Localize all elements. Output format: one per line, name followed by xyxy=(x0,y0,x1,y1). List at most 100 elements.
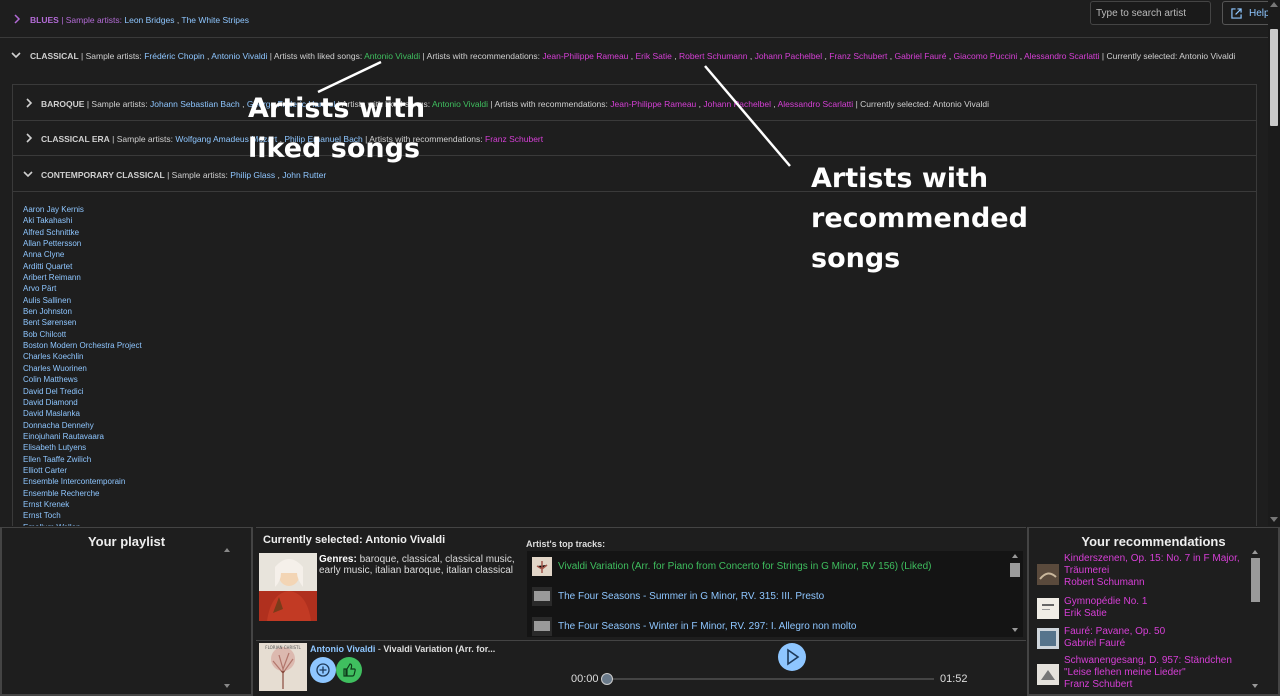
artist-link[interactable]: Antonio Vivaldi xyxy=(211,51,267,61)
playlist-title: Your playlist xyxy=(87,534,166,549)
artist-list-item[interactable]: Arditti Quartet xyxy=(23,261,142,272)
artist-portrait xyxy=(259,553,317,621)
artist-list-item[interactable]: David Maslanka xyxy=(23,408,142,419)
artist-list-item[interactable]: Aribert Reimann xyxy=(23,272,142,283)
artist-list-item[interactable]: Elliott Carter xyxy=(23,465,142,476)
chevron-right-icon[interactable] xyxy=(12,14,22,24)
artist-list-item[interactable]: Alfred Schnittke xyxy=(23,227,142,238)
rec-artist-link[interactable]: Johann Pachelbel xyxy=(703,99,771,109)
tracks-scrollbar-thumb[interactable] xyxy=(1010,563,1020,577)
rec-thumbnail xyxy=(1037,628,1059,649)
artist-list-item[interactable]: David Diamond xyxy=(23,397,142,408)
artist-link[interactable]: Leon Bridges xyxy=(124,15,174,25)
rec-artist-link[interactable]: Robert Schumann xyxy=(679,51,748,61)
artist-link[interactable]: Frédéric Chopin xyxy=(144,51,204,61)
artist-link[interactable]: The White Stripes xyxy=(181,15,249,25)
artist-list-item[interactable]: Charles Wuorinen xyxy=(23,363,142,374)
artist-list-item[interactable]: Einojuhani Rautavaara xyxy=(23,431,142,442)
rec-artist-link[interactable]: Franz Schubert xyxy=(829,51,887,61)
rec-artist-link[interactable]: Gabriel Fauré xyxy=(894,51,946,61)
artist-list-item[interactable]: Ensemble Intercontemporain xyxy=(23,476,142,487)
progress-handle[interactable] xyxy=(601,673,613,685)
artist-link[interactable]: Johann Sebastian Bach xyxy=(150,99,240,109)
artist-list-item[interactable]: Charles Koechlin xyxy=(23,351,142,362)
recommendations-scrollbar-thumb[interactable] xyxy=(1251,558,1260,602)
artist-list-item[interactable]: Anna Clyne xyxy=(23,249,142,260)
scroll-down-icon[interactable] xyxy=(1012,628,1018,632)
play-icon xyxy=(787,648,800,666)
rec-artist-link[interactable]: Erik Satie xyxy=(636,51,672,61)
artist-list-item[interactable]: Donnacha Dennehy xyxy=(23,420,142,431)
artist-list-item[interactable]: Allan Pettersson xyxy=(23,238,142,249)
now-playing-track: Vivaldi Variation (Arr. for... xyxy=(383,644,496,654)
scroll-up-icon[interactable] xyxy=(1252,550,1258,554)
rec-artist-link[interactable]: Jean-Philippe Rameau xyxy=(610,99,696,109)
annotation-liked: Artists with liked songs xyxy=(248,93,426,164)
genre-name: CLASSICAL xyxy=(30,51,79,61)
artist-list-item[interactable]: Emallum Wallen xyxy=(23,522,142,526)
artist-list-item[interactable]: Ensemble Recherche xyxy=(23,488,142,499)
artist-list-item[interactable]: Aki Takahashi xyxy=(23,215,142,226)
artist-list-item[interactable]: Bent Sørensen xyxy=(23,317,142,328)
now-playing-artist[interactable]: Antonio Vivaldi xyxy=(310,644,375,654)
artist-list: Aaron Jay Kernis Aki Takahashi Alfred Schn… xyxy=(23,204,142,526)
sample-label: | Sample artists: xyxy=(81,51,142,61)
play-button[interactable] xyxy=(778,643,806,671)
chevron-right-icon[interactable] xyxy=(24,133,34,143)
artist-list-item[interactable]: Bob Chilcott xyxy=(23,329,142,340)
now-playing-text: Antonio Vivaldi - Vivaldi Variation (Arr… xyxy=(310,644,496,654)
rec-artist-link[interactable]: Alessandro Scarlatti xyxy=(1024,51,1100,61)
sample-label: | Sample artists: xyxy=(112,134,173,144)
artist-list-item[interactable]: Arvo Pärt xyxy=(23,283,142,294)
search-input[interactable]: Type to search artist xyxy=(1090,1,1211,25)
track-item[interactable]: The Four Seasons - Winter in F Minor, RV… xyxy=(558,621,856,632)
rec-artist-link[interactable]: Johann Pachelbel xyxy=(755,51,823,61)
rec-artist-link[interactable]: Alessandro Scarlatti xyxy=(778,99,854,109)
scroll-down-icon[interactable] xyxy=(1252,684,1258,688)
scroll-down-icon[interactable] xyxy=(224,684,230,688)
rec-thumbnail xyxy=(1037,664,1059,685)
rec-thumbnail xyxy=(1037,564,1059,585)
artist-list-item[interactable]: Aaron Jay Kernis xyxy=(23,204,142,215)
artist-list-item[interactable]: Elisabeth Lutyens xyxy=(23,442,142,453)
recommendations-panel: Your recommendations Kinderszenen, Op. 1… xyxy=(1027,527,1280,696)
like-button[interactable] xyxy=(336,657,362,683)
scroll-up-icon[interactable] xyxy=(1012,554,1018,558)
rec-artist-link[interactable]: Giacomo Puccini xyxy=(954,51,1018,61)
page-scrollbar[interactable] xyxy=(1268,0,1280,526)
artist-list-item[interactable]: Ernst Krenek xyxy=(23,499,142,510)
thumbs-up-icon xyxy=(343,663,356,677)
artist-list-item[interactable]: David Del Tredici xyxy=(23,386,142,397)
top-tracks-list: Vivaldi Variation (Arr. for Piano from C… xyxy=(527,551,1023,637)
track-item-liked[interactable]: Vivaldi Variation (Arr. for Piano from C… xyxy=(558,561,932,572)
liked-artist-link[interactable]: Antonio Vivaldi xyxy=(364,51,420,61)
chevron-down-icon[interactable] xyxy=(23,169,33,179)
artist-list-item[interactable]: Colin Matthews xyxy=(23,374,142,385)
rec-label: | Artists with recommendations: xyxy=(490,99,608,109)
artist-list-item[interactable]: Ellen Taaffe Zwilich xyxy=(23,454,142,465)
chevron-down-icon[interactable] xyxy=(11,50,21,60)
artist-link[interactable]: John Rutter xyxy=(282,170,326,180)
scroll-up-icon[interactable] xyxy=(224,548,230,552)
track-item[interactable]: The Four Seasons - Summer in G Minor, RV… xyxy=(558,591,824,602)
chevron-right-icon[interactable] xyxy=(24,98,34,108)
artist-list-item[interactable]: Ben Johnston xyxy=(23,306,142,317)
artist-list-item[interactable]: Boston Modern Orchestra Project xyxy=(23,340,142,351)
rec-artist-link[interactable]: Franz Schubert xyxy=(485,134,543,144)
recommendations-title: Your recommendations xyxy=(1081,534,1226,549)
artist-link[interactable]: Philip Glass xyxy=(230,170,275,180)
liked-artist-link[interactable]: Antonio Vivaldi xyxy=(432,99,488,109)
playlist-panel: Your playlist xyxy=(0,527,253,696)
progress-track[interactable] xyxy=(607,678,934,680)
artist-list-item[interactable]: Ernst Toch xyxy=(23,510,142,521)
add-to-playlist-button[interactable] xyxy=(310,657,336,683)
sample-label: | Sample artists: xyxy=(61,15,122,25)
track-thumbnail xyxy=(532,617,552,636)
rec-artist-link[interactable]: Jean-Philippe Rameau xyxy=(542,51,628,61)
selected-label: | Currently selected: Antonio Vivaldi xyxy=(855,99,989,109)
plus-circle-icon xyxy=(316,663,330,677)
sample-label: | Sample artists: xyxy=(167,170,228,180)
player-bar: FLORIAN CHRISTL Antonio Vivaldi - Vivald… xyxy=(256,640,1026,696)
top-tracks-label: Artist's top tracks: xyxy=(526,539,606,549)
artist-list-item[interactable]: Aulis Sallinen xyxy=(23,295,142,306)
